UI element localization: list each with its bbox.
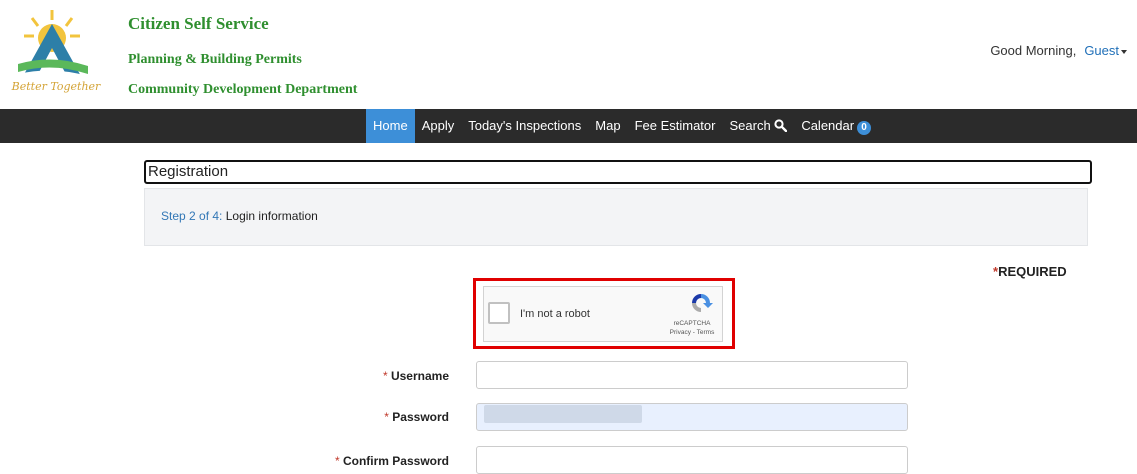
step-indicator: Step 2 of 4: Login information [144,188,1088,246]
confirm-password-label-text: Confirm Password [342,454,449,468]
confirm-password-label: * Confirm Password [335,454,449,468]
search-icon [774,119,788,133]
site-title: Citizen Self Service [128,14,269,33]
step-title: Login information [225,209,318,223]
nav-map[interactable]: Map [588,109,627,143]
recaptcha-terms[interactable]: Privacy - Terms [667,329,717,336]
recaptcha-label: I'm not a robot [520,308,590,320]
password-autofill-mask [484,405,642,423]
recaptcha-brand: reCAPTCHA [673,320,711,327]
logo-tagline: Better Together [11,80,101,93]
username-required-star: * [382,369,391,383]
nav-home[interactable]: Home [366,109,415,143]
main-navbar: Home Apply Today's Inspections Map Fee E… [0,109,1137,143]
site-subtitle: Planning & Building Permits [128,52,302,67]
password-label: * Password [384,410,449,424]
required-note: *REQUIRED [993,264,1067,279]
step-number: Step 2 of 4: [161,209,223,223]
nav-calendar-label: Calendar [801,118,855,133]
nav-calendar[interactable]: Calendar 0 [794,109,878,143]
recaptcha-checkbox[interactable] [488,302,510,324]
registration-heading: Registration [144,160,1092,184]
nav-search-label: Search [729,118,771,133]
caret-down-icon [1121,49,1127,54]
nav-search[interactable]: Search [722,109,794,143]
guest-menu[interactable]: Guest [1084,43,1127,58]
recaptcha-logo-icon [692,294,713,312]
site-header: Better Together Citizen Self Service Pla… [0,0,1137,102]
greeting-text: Good Morning, [990,43,1077,58]
username-label: * Username [383,369,449,383]
confirm-required-star: * [334,454,343,468]
nav-todays-inspections[interactable]: Today's Inspections [461,109,588,143]
required-text: REQUIRED [998,264,1067,279]
username-label-text: Username [390,369,449,383]
recaptcha-widget: I'm not a robot reCAPTCHA Privacy - Term… [483,286,723,342]
department-name: Community Development Department [128,82,358,97]
username-field[interactable] [476,361,908,389]
guest-link[interactable]: Guest [1084,43,1119,58]
user-greeting: Good Morning, Guest [990,43,1127,58]
password-label-text: Password [392,410,449,424]
nav-apply[interactable]: Apply [415,109,462,143]
nav-fee-estimator[interactable]: Fee Estimator [628,109,723,143]
calendar-count-badge: 0 [857,121,872,135]
